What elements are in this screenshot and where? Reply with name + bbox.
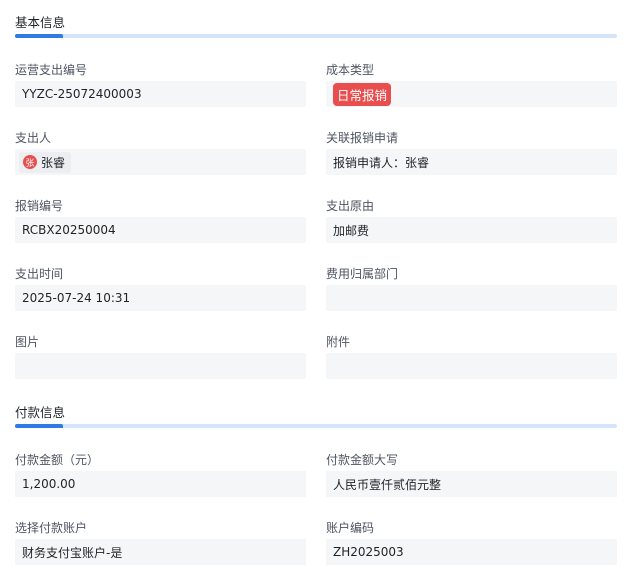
cost-type-tag: 日常报销 — [333, 82, 392, 106]
section-divider — [15, 34, 617, 38]
field-images — [15, 353, 306, 379]
field-account-code: ZH2025003 — [326, 539, 617, 565]
field-amount: 1,200.00 — [15, 471, 306, 497]
account-code-value: ZH2025003 — [333, 545, 404, 559]
field-time: 2025-07-24 10:31 — [15, 285, 306, 311]
amount-upper-value: 人民币壹仟贰佰元整 — [333, 477, 442, 492]
payer-chip[interactable]: 张张睿 — [19, 151, 72, 173]
time-value: 2025-07-24 10:31 — [22, 291, 131, 305]
field-attachments — [326, 353, 617, 379]
field-related-request[interactable]: 报销申请人：张睿 — [326, 149, 617, 175]
label-attachments: 附件 — [326, 335, 351, 349]
section-title-payment-info: 付款信息 — [15, 405, 66, 420]
user-avatar: 张 — [23, 155, 37, 169]
label-account: 选择付款账户 — [15, 521, 88, 535]
field-payer: 张张睿 — [15, 149, 306, 175]
label-time: 支出时间 — [15, 267, 64, 281]
related-request-value: 报销申请人：张睿 — [333, 155, 430, 170]
field-cost-type: 日常报销 — [326, 81, 617, 107]
field-account: 财务支付宝账户-是 — [15, 539, 306, 565]
label-department: 费用归属部门 — [326, 267, 399, 281]
field-department — [326, 285, 617, 311]
account-value: 财务支付宝账户-是 — [22, 545, 123, 560]
label-amount-upper: 付款金额大写 — [326, 453, 399, 467]
label-amount: 付款金额（元） — [15, 453, 100, 467]
reason-value: 加邮费 — [333, 223, 370, 238]
field-reason: 加邮费 — [326, 217, 617, 243]
field-reimburse-no: RCBX20250004 — [15, 217, 306, 243]
payer-name: 张睿 — [41, 155, 66, 170]
label-images: 图片 — [15, 335, 40, 349]
label-reimburse-no: 报销编号 — [15, 199, 64, 213]
label-payer: 支出人 — [15, 131, 52, 145]
expense-no-value: YYZC-25072400003 — [22, 87, 142, 101]
label-account-code: 账户编码 — [326, 521, 375, 535]
reimburse-no-value: RCBX20250004 — [22, 223, 116, 237]
section-divider-accent — [15, 34, 63, 38]
section-divider-accent — [15, 424, 63, 428]
label-related-request: 关联报销申请 — [326, 131, 399, 145]
label-expense-no: 运营支出编号 — [15, 63, 88, 77]
section-divider — [15, 424, 617, 428]
label-cost-type: 成本类型 — [326, 63, 375, 77]
field-amount-upper: 人民币壹仟贰佰元整 — [326, 471, 617, 497]
amount-value: 1,200.00 — [22, 477, 76, 491]
section-title-basic-info: 基本信息 — [15, 15, 66, 30]
label-reason: 支出原由 — [326, 199, 375, 213]
field-expense-no: YYZC-25072400003 — [15, 81, 306, 107]
